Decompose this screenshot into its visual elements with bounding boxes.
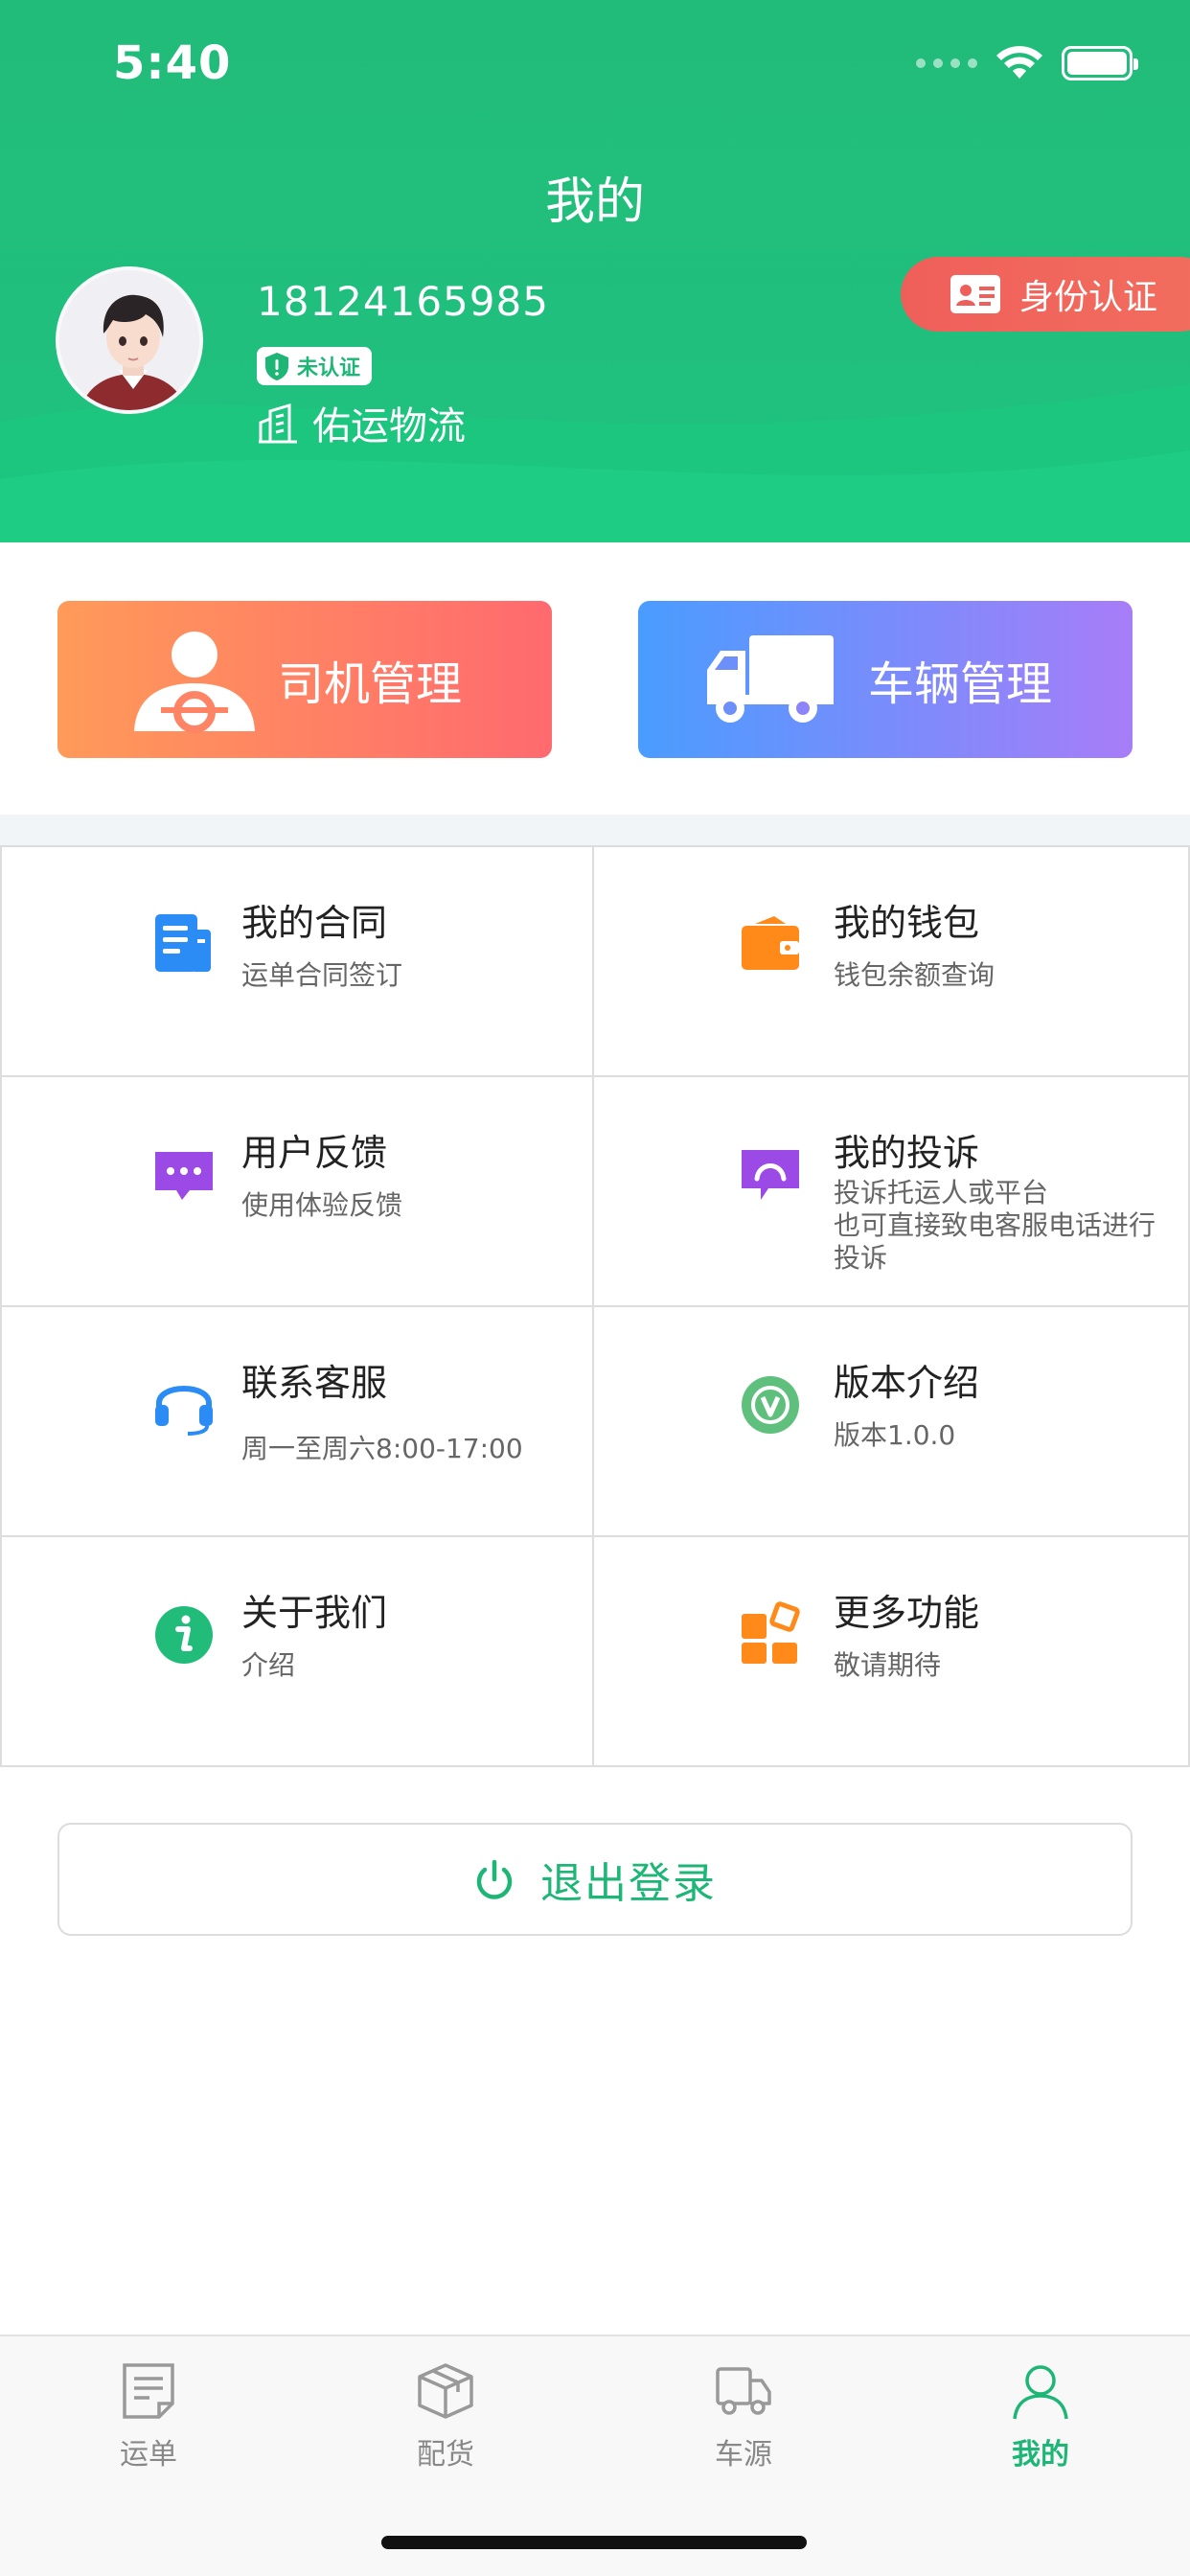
user-icon [1013, 2365, 1068, 2420]
menu-item-title: 我的合同 [241, 902, 388, 944]
menu-item-subtitle: 周一至周六8:00-17:00 [241, 1433, 523, 1464]
menu-item-customer-service[interactable]: 联系客服 周一至周六8:00-17:00 [0, 1307, 594, 1537]
shield-alert-icon [265, 353, 288, 380]
verification-status-badge: 未认证 [257, 347, 373, 385]
status-icons [916, 44, 1138, 82]
waybill-icon [123, 2363, 174, 2419]
menu-item-subtitle: 投诉托运人或平台 也可直接致电客服电话进行投诉 [834, 1177, 1156, 1274]
info-icon [155, 1606, 213, 1664]
tab-cargo[interactable]: 配货 [369, 2361, 522, 2472]
driver-management-button[interactable]: 司机管理 [57, 601, 552, 758]
user-phone: 18124165985 [257, 278, 549, 325]
vehicle-management-button[interactable]: 车辆管理 [638, 601, 1133, 758]
tab-label: 我的 [1012, 2438, 1069, 2472]
menu-item-version[interactable]: 版本介绍 版本1.0.0 [594, 1307, 1190, 1537]
tab-label: 车源 [715, 2438, 772, 2472]
menu-item-subtitle: 运单合同签订 [241, 959, 403, 991]
section-divider [0, 815, 1190, 845]
menu-item-wallet[interactable]: 我的钱包 钱包余额查询 [594, 847, 1190, 1077]
complaint-icon [742, 1150, 799, 1200]
profile-header: 5:40 我的 18124165985 未认证 佑运物流 身份认证 [0, 0, 1190, 542]
more-features-icon [742, 1601, 800, 1664]
vehicle-management-label: 车辆管理 [868, 657, 1053, 711]
menu-item-title: 用户反馈 [241, 1132, 388, 1174]
menu-item-subtitle: 钱包余额查询 [834, 959, 995, 991]
menu-item-title: 关于我们 [241, 1592, 388, 1634]
menu-item-feedback[interactable]: 用户反馈 使用体验反馈 [0, 1077, 594, 1307]
verification-status-text: 未认证 [297, 356, 361, 380]
version-icon [742, 1376, 799, 1434]
id-card-icon [950, 275, 1000, 313]
menu-grid: 我的合同 运单合同签订 我的钱包 钱包余额查询 用户反馈 使用体验反馈 我的投诉… [0, 845, 1190, 1767]
signal-icon [916, 58, 977, 68]
battery-icon [1062, 46, 1138, 80]
building-icon [259, 402, 297, 444]
menu-item-title: 联系客服 [241, 1362, 388, 1404]
tab-vehicle-source[interactable]: 车源 [667, 2361, 820, 2472]
status-time: 5:40 [113, 36, 232, 90]
power-icon [476, 1859, 513, 1899]
menu-item-subtitle: 使用体验反馈 [241, 1189, 403, 1221]
logout-button[interactable]: 退出登录 [57, 1823, 1133, 1936]
id-auth-label: 身份认证 [1019, 278, 1158, 317]
driver-management-label: 司机管理 [278, 657, 463, 711]
menu-item-complaint[interactable]: 我的投诉 投诉托运人或平台 也可直接致电客服电话进行投诉 [594, 1077, 1190, 1307]
menu-item-subtitle: 版本1.0.0 [834, 1419, 956, 1451]
contract-icon [155, 914, 211, 972]
page-title: 我的 [544, 173, 645, 231]
menu-item-subtitle: 介绍 [241, 1649, 296, 1681]
menu-item-title: 版本介绍 [834, 1362, 980, 1404]
headset-icon [155, 1386, 213, 1436]
tab-label: 运单 [120, 2438, 177, 2472]
tab-waybill[interactable]: 运单 [72, 2361, 225, 2472]
wifi-icon [996, 46, 1042, 79]
package-icon [418, 2363, 473, 2419]
menu-item-title: 更多功能 [834, 1592, 980, 1634]
avatar[interactable] [56, 266, 203, 414]
menu-item-about[interactable]: 关于我们 介绍 [0, 1537, 594, 1767]
feedback-icon [155, 1152, 213, 1200]
id-auth-button[interactable]: 身份认证 [901, 257, 1190, 332]
menu-item-subtitle: 敬请期待 [834, 1649, 942, 1681]
driver-icon [134, 632, 255, 733]
menu-item-contract[interactable]: 我的合同 运单合同签订 [0, 847, 594, 1077]
tab-mine[interactable]: 我的 [964, 2361, 1117, 2472]
menu-item-title: 我的投诉 [834, 1132, 980, 1174]
wallet-icon [742, 916, 799, 970]
logout-label: 退出登录 [540, 1859, 717, 1908]
company-name: 佑运物流 [312, 404, 466, 448]
tab-label: 配货 [417, 2438, 474, 2472]
menu-item-title: 我的钱包 [834, 902, 980, 944]
menu-item-more[interactable]: 更多功能 敬请期待 [594, 1537, 1190, 1767]
truck-icon [707, 635, 834, 723]
home-indicator [381, 2536, 807, 2549]
company-info: 佑运物流 [257, 395, 466, 450]
truck-outline-icon [716, 2367, 771, 2415]
